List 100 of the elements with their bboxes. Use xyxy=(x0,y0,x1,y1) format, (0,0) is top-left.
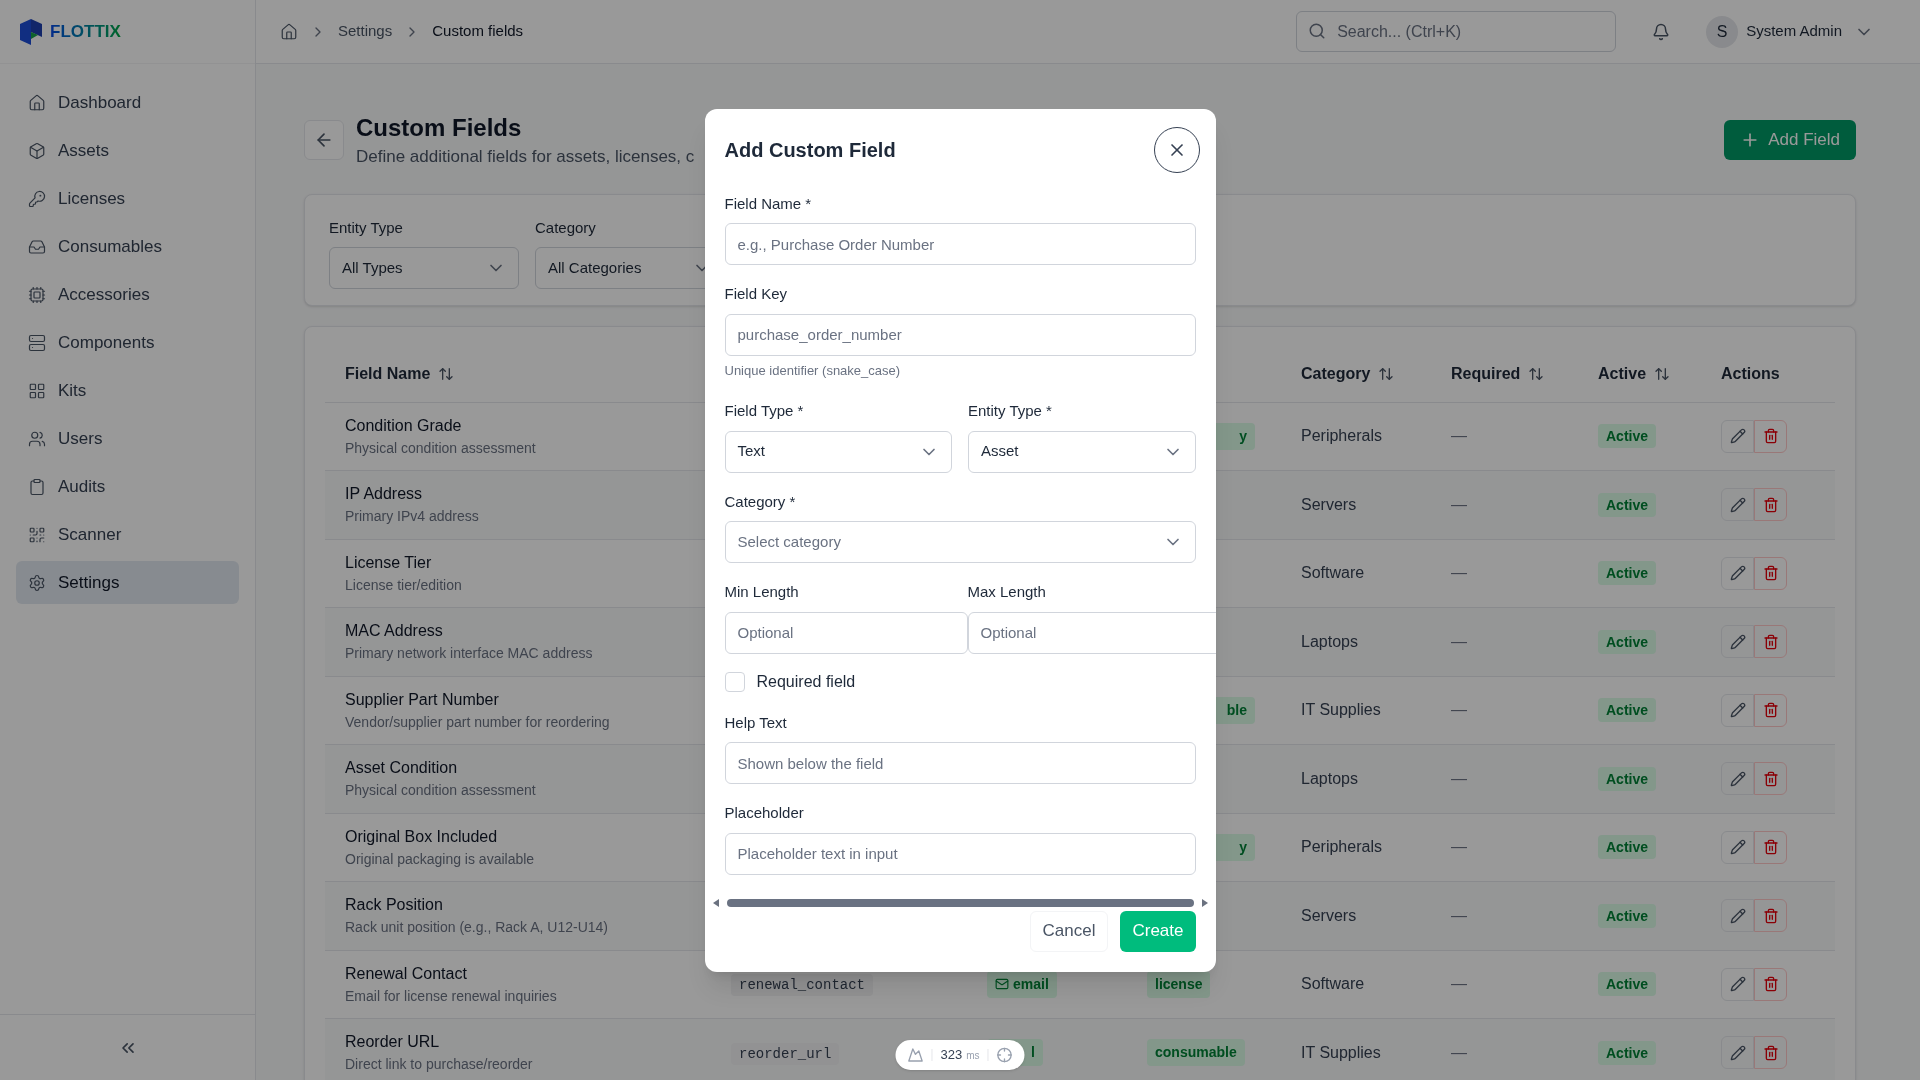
status-badge: Active xyxy=(1598,561,1657,586)
status-badge: Active xyxy=(1598,1040,1657,1065)
edit-button[interactable] xyxy=(1721,967,1754,1001)
edit-button[interactable] xyxy=(1721,556,1754,590)
table-cell-text: — xyxy=(1450,974,1468,995)
field-description: Physical condition assessment xyxy=(345,438,537,458)
add-field-button[interactable]: Add Field xyxy=(1724,120,1856,160)
clipboard-icon xyxy=(28,477,46,496)
sidebar-item[interactable]: Users xyxy=(16,417,239,460)
select-field[interactable]: Text xyxy=(724,430,952,473)
table-cell-text: Peripherals xyxy=(1300,426,1383,447)
field-label: Help Text xyxy=(724,712,788,733)
column-header: Required xyxy=(1451,364,1521,384)
server-icon xyxy=(28,333,46,352)
crosshair-icon[interactable] xyxy=(996,1047,1013,1063)
trash-icon xyxy=(1762,839,1779,856)
filter-label: Entity Type xyxy=(329,217,404,238)
column-header: Field Name xyxy=(345,364,431,384)
filter-select[interactable]: All Types xyxy=(329,247,519,289)
field-description: Rack unit position (e.g., Rack A, U12-U14) xyxy=(345,918,609,938)
delete-button[interactable] xyxy=(1754,625,1787,659)
sidebar-item[interactable]: Settings xyxy=(16,561,239,604)
table-cell-text: — xyxy=(1450,700,1468,721)
scroll-right-icon[interactable] xyxy=(1201,898,1208,907)
breadcrumb-link[interactable]: Settings xyxy=(338,20,393,43)
delete-button[interactable] xyxy=(1754,1036,1787,1070)
delete-button[interactable] xyxy=(1754,830,1787,864)
edit-button[interactable] xyxy=(1721,625,1754,659)
box-icon xyxy=(28,141,46,160)
sidebar-item[interactable]: Licenses xyxy=(16,177,239,220)
field-key: reorder_url xyxy=(731,1042,840,1065)
home-icon[interactable] xyxy=(280,22,298,41)
field-description: License tier/edition xyxy=(345,575,463,595)
input-field[interactable]: e.g., Purchase Order Number xyxy=(724,223,1196,265)
sidebar-item[interactable]: Components xyxy=(16,321,239,364)
delete-button[interactable] xyxy=(1754,556,1787,590)
cancel-button[interactable]: Cancel xyxy=(1029,910,1109,952)
delete-button[interactable] xyxy=(1754,762,1787,796)
type-badge: consumable xyxy=(1147,1039,1245,1067)
status-badge: Active xyxy=(1598,972,1657,997)
field-name: License Tier xyxy=(345,552,433,573)
input-field[interactable]: Optional xyxy=(967,611,1216,654)
pencil-icon xyxy=(1729,565,1746,582)
table-cell-text: Servers xyxy=(1300,905,1358,926)
pencil-icon xyxy=(1729,702,1746,719)
select-field[interactable]: Asset xyxy=(968,430,1196,473)
edit-button[interactable] xyxy=(1721,488,1754,522)
edit-button[interactable] xyxy=(1721,762,1754,796)
back-button[interactable] xyxy=(304,120,344,160)
field-label: Min Length xyxy=(724,582,800,602)
table-cell-text: — xyxy=(1450,768,1468,789)
sort-icon[interactable] xyxy=(438,366,455,382)
table-cell-text: — xyxy=(1450,563,1468,584)
trash-icon xyxy=(1762,496,1779,513)
delete-button[interactable] xyxy=(1754,419,1787,453)
sidebar-item[interactable]: Accessories xyxy=(16,273,239,316)
input-field[interactable]: Placeholder text in input xyxy=(724,832,1196,875)
sidebar-item[interactable]: Assets xyxy=(16,129,239,172)
edit-button[interactable] xyxy=(1721,830,1754,864)
delete-button[interactable] xyxy=(1754,967,1787,1001)
sidebar-item[interactable]: Audits xyxy=(16,465,239,508)
sidebar-item[interactable]: Kits xyxy=(16,369,239,412)
field-label: Max Length xyxy=(967,582,1047,602)
settings-icon xyxy=(28,573,46,592)
pencil-icon xyxy=(1729,770,1746,787)
status-badge: Active xyxy=(1598,766,1657,791)
edit-button[interactable] xyxy=(1721,899,1754,933)
user-menu[interactable]: S System Admin xyxy=(1706,15,1874,48)
sidebar-item[interactable]: Consumables xyxy=(16,225,239,268)
page-subtitle: Define additional fields for assets, licenses, c xyxy=(356,146,695,168)
input-field[interactable]: Shown below the field xyxy=(724,742,1196,784)
sidebar-item[interactable]: Scanner xyxy=(16,513,239,556)
field-name: Original Box Included xyxy=(345,826,499,847)
input-field[interactable]: Optional xyxy=(724,611,968,654)
edit-button[interactable] xyxy=(1721,1036,1754,1070)
delete-button[interactable] xyxy=(1754,693,1787,727)
page-title: Custom Fields xyxy=(356,113,523,143)
field-label: Field Key xyxy=(724,284,789,304)
scroll-left-icon[interactable] xyxy=(712,898,719,907)
trash-icon xyxy=(1762,702,1779,719)
field-hint: Unique identifier (snake_case) xyxy=(724,361,902,380)
mountain-icon[interactable] xyxy=(907,1047,924,1063)
table-cell-text: Laptops xyxy=(1300,768,1359,789)
delete-button[interactable] xyxy=(1754,899,1787,933)
table-cell-text: — xyxy=(1450,631,1468,652)
edit-button[interactable] xyxy=(1721,419,1754,453)
search-field[interactable]: Search... (Ctrl+K) xyxy=(1296,11,1617,52)
filter-label: Category xyxy=(535,217,597,238)
sort-icon[interactable] xyxy=(1528,366,1545,382)
input-field[interactable]: purchase_order_number xyxy=(724,313,1196,356)
delete-button[interactable] xyxy=(1754,488,1787,522)
horizontal-scrollbar[interactable] xyxy=(726,898,1194,907)
sidebar-item[interactable]: Dashboard xyxy=(16,81,239,124)
checkbox[interactable] xyxy=(724,671,745,692)
sort-icon[interactable] xyxy=(1654,366,1671,382)
field-name: Renewal Contact xyxy=(345,963,468,984)
edit-button[interactable] xyxy=(1721,693,1754,727)
select-field[interactable]: Select category xyxy=(724,521,1196,563)
sort-icon[interactable] xyxy=(1378,366,1395,382)
column-header: Actions xyxy=(1721,364,1780,384)
